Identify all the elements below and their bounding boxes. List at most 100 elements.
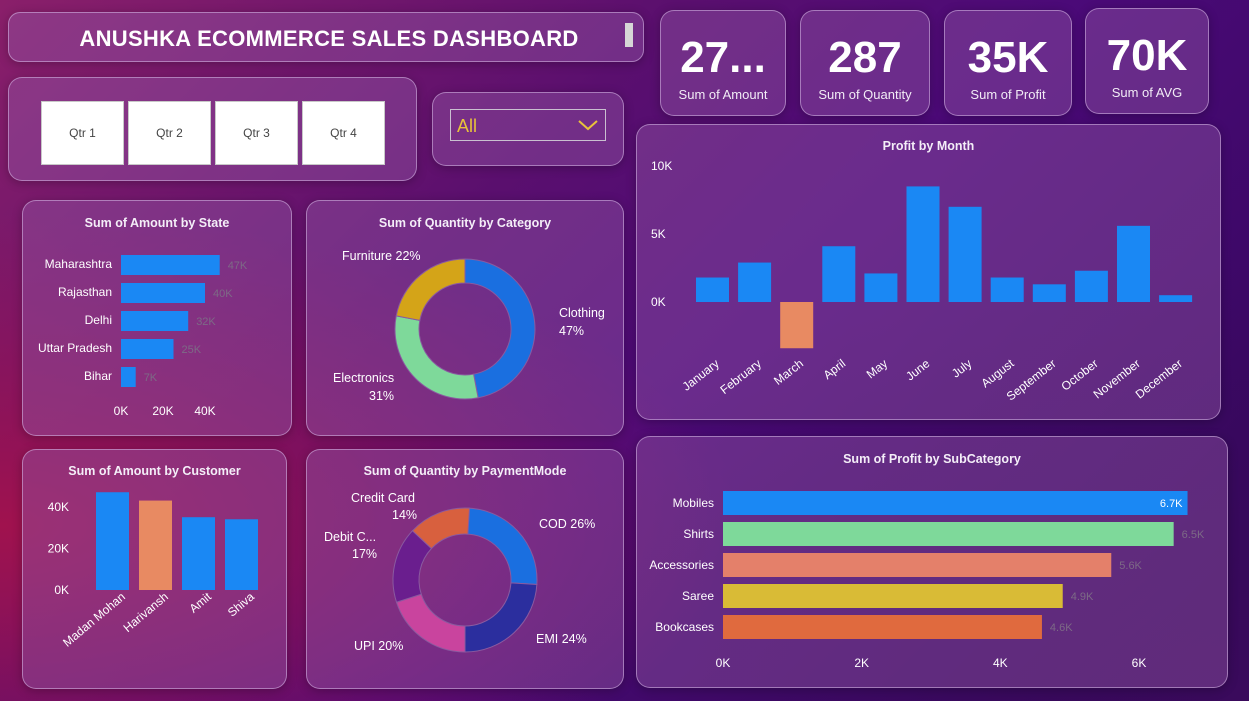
subcategory-data-label: 6.5K [1182,529,1205,541]
payment-label: COD 26% [539,517,595,531]
month-bar [1074,270,1108,302]
subcategory-label: Mobiles [673,496,714,510]
payment-label: EMI 24% [536,632,587,646]
category-chart-panel: Sum of Quantity by Category Clothing 47% E… [306,200,624,436]
x-tick-label: 40K [194,404,215,418]
month-bar [696,277,729,302]
donut-slice [464,258,536,399]
filter-dropdown[interactable]: All [450,109,606,141]
month-bar [990,277,1024,302]
x-tick-label: 0K [114,404,129,418]
donut-slice [394,315,479,400]
state-data-label: 7K [144,372,158,384]
month-bar [1117,225,1150,302]
month-bar [738,262,772,302]
subcategory-bar [723,584,1063,608]
title-bar: ANUSHKA ECOMMERCE SALES DASHBOARD [8,12,644,62]
state-label: Delhi [85,313,112,327]
month-bar [822,246,856,302]
dropdown-panel: All [432,92,624,166]
month-chart: 0K 5K 10K JanuaryFebruary March April May June J… [651,159,1193,404]
subcategory-bar [723,615,1042,639]
donut-slice [395,258,466,321]
y-tick-label: 0K [651,295,666,309]
state-bar [121,283,205,303]
month-label: February [717,356,763,397]
state-chart: Maharashtra 47K Rajasthan 40K Delhi 32K Uttar … [38,255,248,418]
y-tick-label: 10K [651,159,672,173]
customer-label: Harivansh [121,590,171,635]
x-tick-label: 6K [1132,656,1147,670]
subcategory-data-label: 5.6K [1119,560,1142,572]
page-title: ANUSHKA ECOMMERCE SALES DASHBOARD [79,26,579,51]
kpi-label: Sum of Profit [970,87,1046,102]
kpi-label: Sum of Quantity [818,87,912,102]
subcategory-bar [723,553,1112,577]
state-bar [121,339,174,359]
customer-bar [139,500,172,590]
subcategory-label: Shirts [683,527,714,541]
month-label: January [680,356,722,393]
subcategory-data-label: 6.7K [1160,498,1183,510]
customer-chart-panel: Sum of Amount by Customer 0K 20K 40K Madan … [22,449,287,689]
scroll-handle[interactable] [625,23,633,47]
category-label: Electronics [333,371,394,385]
slicer-qtr-1[interactable]: Qtr 1 [41,101,124,165]
x-tick-label: 20K [152,404,173,418]
state-bar [121,311,189,331]
customer-bar [182,517,215,590]
kpi-value: 287 [828,33,902,82]
kpi-value: 27... [680,33,766,82]
state-label: Rajasthan [58,285,112,299]
x-tick-label: 0K [716,656,731,670]
chevron-down-icon [578,120,598,131]
subcategory-label: Bookcases [655,620,714,634]
month-bar [864,273,898,302]
kpi-quantity-card: 287 Sum of Quantity [800,10,930,116]
subcategory-chart: Mobiles 6.7K Shirts 6.5K Accessories 5.6K Sare… [649,491,1205,670]
state-label: Maharashtra [45,257,113,271]
category-label: Furniture 22% [342,249,421,263]
customer-label: Madan Mohan [60,590,128,650]
slicer-qtr-2[interactable]: Qtr 2 [128,101,211,165]
month-label: December [1133,356,1185,401]
donut-slice [395,593,466,653]
category-chart: Clothing 47% Electronics 31% Furniture 22% [333,249,605,403]
kpi-value: 70K [1106,31,1188,80]
subcategory-bar [723,491,1188,515]
customer-bar [96,492,129,590]
payment-chart-panel: Sum of Quantity by PaymentMode COD 26% EM… [306,449,624,689]
customer-label: Amit [187,589,215,616]
state-bar [121,255,220,275]
donut-slice [464,507,538,586]
subcategory-label: Accessories [649,558,714,572]
payment-chart: COD 26% EMI 24% UPI 20% Debit C... 17% Credit… [324,491,595,653]
subcategory-data-label: 4.6K [1050,622,1073,634]
category-pct: 31% [369,389,394,403]
month-label: June [903,356,932,383]
y-tick-label: 40K [48,500,69,514]
dropdown-value: All [457,116,478,136]
y-tick-label: 5K [651,227,666,241]
slicer-qtr-4[interactable]: Qtr 4 [302,101,385,165]
month-label: August [978,356,1017,390]
kpi-label: Sum of Amount [678,87,768,102]
kpi-label: Sum of AVG [1111,85,1183,100]
payment-pct: 14% [392,508,417,522]
kpi-profit-card: 35K Sum of Profit [944,10,1072,116]
payment-label: Credit Card [351,491,415,505]
month-label: July [949,356,974,380]
state-bar [121,367,136,387]
kpi-value: 35K [967,33,1049,82]
state-data-label: 47K [228,260,248,272]
customer-bar [225,519,258,590]
subcategory-bar [723,522,1174,546]
category-label: Clothing [559,306,605,320]
month-label: March [771,356,806,388]
month-bar [906,186,940,302]
slicer-qtr-3[interactable]: Qtr 3 [215,101,298,165]
category-pct: 47% [559,324,584,338]
customer-chart: 0K 20K 40K Madan MohanHarivansh Amit Shiva [48,492,258,650]
month-label: April [821,356,849,382]
subcategory-label: Saree [682,589,714,603]
